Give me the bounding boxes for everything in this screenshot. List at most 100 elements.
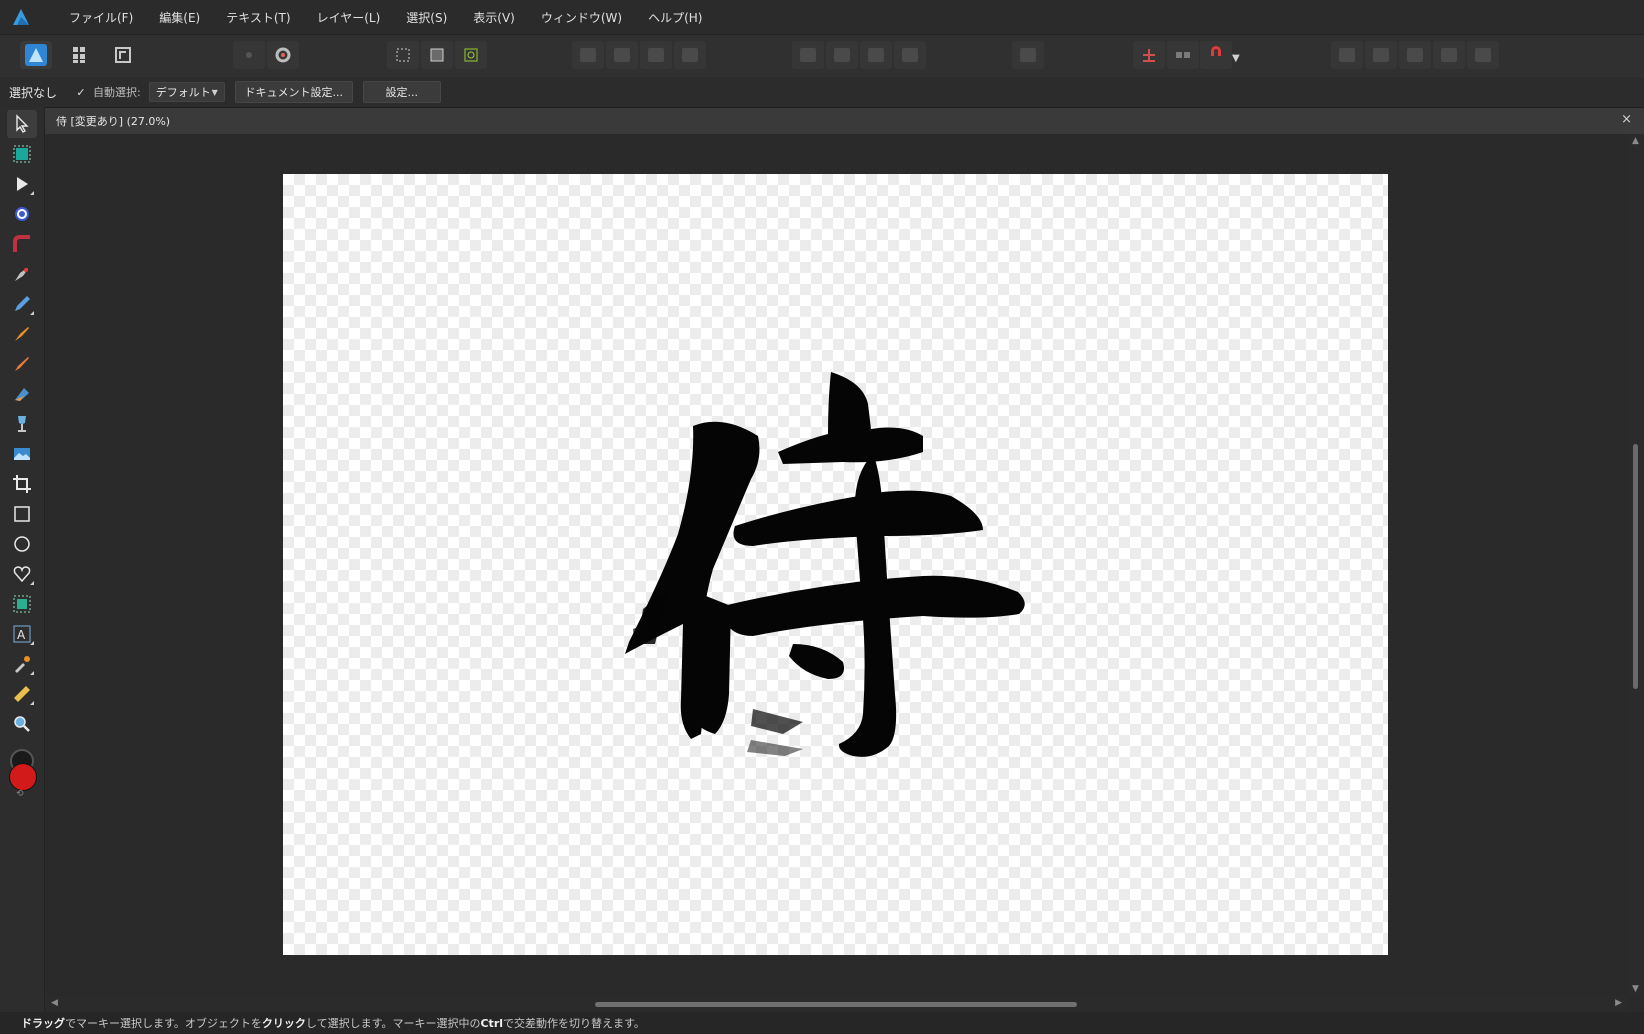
rectangle-tool[interactable] [7,500,37,528]
swap-colors-icon[interactable]: ⟲ [16,789,24,799]
pencil-tool[interactable] [7,290,37,318]
menu-select[interactable]: 選択(S) [406,9,447,26]
snapping-button[interactable] [1200,41,1232,69]
transform-button-3[interactable] [640,41,672,69]
isolate-button[interactable] [455,41,487,69]
auto-select-value: デフォルト [156,84,211,100]
point-transform-icon [12,204,32,224]
transform-button-4[interactable] [674,41,706,69]
transparency-tool[interactable] [7,410,37,438]
corner-tool[interactable] [7,230,37,258]
app-logo-icon[interactable] [10,6,32,28]
vector-brush-tool[interactable] [7,320,37,348]
paint-brush-tool[interactable] [7,350,37,378]
stroke-color-swatch[interactable] [9,763,37,791]
rectangle-icon [12,504,32,524]
horizontal-scroll-thumb[interactable] [595,1002,1077,1007]
boolean-add-button[interactable] [1331,41,1363,69]
color-picker-tool[interactable] [7,650,37,678]
measure-tool[interactable] [7,680,37,708]
place-image-tool[interactable] [7,440,37,468]
pen-tool[interactable] [7,260,37,288]
vector-crop-tool[interactable] [7,590,37,618]
menu-layer[interactable]: レイヤー(L) [317,9,381,26]
insert-target-icon [242,48,256,62]
designer-persona-button[interactable] [20,41,52,69]
preferences-button[interactable]: 設定... [363,81,441,103]
frame-text-tool[interactable]: A [7,620,37,648]
auto-select-label: 自動選択: [93,84,141,100]
status-bar: ドラッグでマーキー選択します。オブジェクトをクリックして選択します。マーキー選択… [0,1012,1644,1034]
zoom-tool[interactable] [7,710,37,738]
kanji-artwork[interactable] [283,174,1388,955]
artboard[interactable] [283,174,1388,955]
transform-button-2[interactable] [606,41,638,69]
align-button[interactable] [1012,41,1044,69]
text-frame-icon: A [12,624,32,644]
pixel-align-icon [1173,48,1193,62]
document-setup-button[interactable]: ドキュメント設定... [235,81,353,103]
corner-icon [12,234,32,254]
menu-view[interactable]: 表示(V) [473,9,515,26]
force-pixel-button[interactable] [1167,41,1199,69]
menu-window[interactable]: ウィンドウ(W) [541,9,622,26]
brush-icon [12,354,32,374]
canvas-area[interactable] [45,134,1628,996]
svg-text:A: A [17,628,26,642]
boolean-divide-button[interactable] [1467,41,1499,69]
document-tab[interactable]: 侍 [変更あり] (27.0%) × [45,108,1644,134]
toolbar: ▼ [0,34,1644,78]
export-persona-button[interactable] [107,41,139,69]
auto-select-checkbox[interactable]: ✓ [75,86,87,98]
arrange-button-3[interactable] [860,41,892,69]
magnifier-icon [12,714,32,734]
scroll-up-arrow-icon[interactable]: ▲ [1632,136,1639,146]
artboard-tool[interactable] [7,140,37,168]
auto-select-dropdown[interactable]: デフォルト ▼ [149,82,225,102]
node-tool[interactable] [7,170,37,198]
color-well[interactable]: ⟲ [9,749,35,799]
gear-icon [273,45,293,65]
arrange-button-1[interactable] [792,41,824,69]
arrange-button-4[interactable] [894,41,926,69]
snapping-settings-button[interactable] [267,41,299,69]
insert-target-button[interactable] [233,41,265,69]
pixel-persona-button[interactable] [65,41,97,69]
boolean-xor-button[interactable] [1433,41,1465,69]
eyedropper-icon [12,654,32,674]
status-drag: ドラッグ [21,1017,65,1030]
designer-persona-icon [24,43,48,67]
point-transform-tool[interactable] [7,200,37,228]
horizontal-scrollbar[interactable]: ◀ ▶ [45,996,1628,1012]
scroll-right-arrow-icon[interactable]: ▶ [1615,998,1622,1008]
image-icon [12,444,32,464]
ellipse-tool[interactable] [7,530,37,558]
transform-button-1[interactable] [572,41,604,69]
select-all-icon [427,45,447,65]
boolean-subtract-button[interactable] [1365,41,1397,69]
select-same-button[interactable] [387,41,419,69]
vertical-scrollbar[interactable]: ▲ ▼ [1628,134,1644,996]
move-tool[interactable] [7,110,37,138]
pixel-persona-icon [71,45,91,65]
snapping-dropdown-chevron-icon[interactable]: ▼ [1232,53,1240,64]
close-document-icon[interactable]: × [1621,112,1632,127]
snap-to-grid-button[interactable] [1133,41,1165,69]
menu-edit[interactable]: 編集(E) [159,9,200,26]
menu-help[interactable]: ヘルプ(H) [648,9,702,26]
menu-file[interactable]: ファイル(F) [69,9,133,26]
scroll-down-arrow-icon[interactable]: ▼ [1632,984,1639,994]
menu-text[interactable]: テキスト(T) [226,9,290,26]
status-ctrl: Ctrl [480,1017,503,1030]
crop-tool[interactable] [7,470,37,498]
select-all-button[interactable] [421,41,453,69]
boolean-intersect-button[interactable] [1399,41,1431,69]
status-text-1: でマーキー選択します。オブジェクトを [65,1017,262,1030]
heart-shape-tool[interactable] [7,560,37,588]
arrange-button-2[interactable] [826,41,858,69]
vertical-scroll-thumb[interactable] [1633,444,1638,689]
status-click: クリック [262,1017,306,1030]
preferences-label: 設定... [385,84,418,100]
fill-tool[interactable] [7,380,37,408]
scroll-left-arrow-icon[interactable]: ◀ [51,998,58,1008]
